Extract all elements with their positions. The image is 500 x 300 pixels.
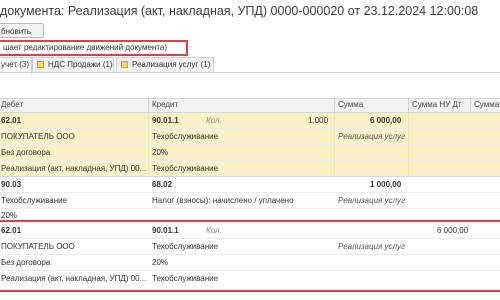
tab-vat-sales-label: НДС Продажи (1) <box>48 60 113 69</box>
column-divider <box>148 113 149 176</box>
row-divider <box>0 238 500 239</box>
row-divider <box>0 254 500 255</box>
credit-subconto-2[interactable]: 20% <box>152 148 168 157</box>
debit-subconto-1[interactable]: ПОКУПАТЕЛЬ ООО <box>1 242 75 251</box>
row-divider <box>0 128 500 129</box>
amount-value[interactable]: 6 000,00 <box>370 116 401 125</box>
credit-subconto-1[interactable]: Техобслуживание <box>152 242 218 251</box>
document-title: документа: Реализация (акт, накладная, У… <box>0 4 479 18</box>
header-separator <box>334 98 335 113</box>
row-divider <box>0 160 500 161</box>
debit-subconto-2[interactable]: Без договора <box>1 148 50 157</box>
tab-accounting-label: учет (3) <box>1 60 30 69</box>
credit-account[interactable]: 90.01.1 <box>152 226 179 235</box>
row-divider <box>0 270 500 271</box>
column-header-amount-nu-dt[interactable]: Сумма НУ Дт <box>412 100 462 109</box>
amount-nu-dt-value[interactable]: 6 000,00 <box>437 226 468 235</box>
column-divider <box>334 113 335 176</box>
credit-account[interactable]: 90.01.1 <box>152 116 179 125</box>
tab-services-sales-label: Реализация услуг (1) <box>132 60 211 69</box>
debit-account[interactable]: 62.01 <box>1 116 21 125</box>
credit-account[interactable]: 68.02 <box>152 180 172 189</box>
debit-subconto-1[interactable]: Техобслуживание <box>1 196 67 205</box>
debit-subconto-2[interactable]: Без договора <box>1 258 50 267</box>
row-divider <box>0 144 500 145</box>
column-header-amount[interactable]: Сумма <box>338 100 363 109</box>
tab-services-sales[interactable]: Реализация услуг (1) <box>116 57 214 73</box>
debit-subconto-1[interactable]: ПОКУПАТЕЛЬ ООО <box>1 132 75 141</box>
amount-value[interactable]: 1 000,00 <box>370 180 401 189</box>
credit-subconto-3[interactable]: Техобслуживание <box>152 164 218 173</box>
entry-content[interactable]: Реализация услуг <box>338 132 405 141</box>
quantity-label: Кол. <box>206 116 222 125</box>
register-icon <box>37 61 44 68</box>
debit-subconto-3[interactable]: Реализация (акт, накладная, УПД) 00... <box>1 274 146 283</box>
entry-divider <box>0 176 500 177</box>
column-header-debit[interactable]: Дебет <box>1 100 23 109</box>
debit-subconto-3[interactable]: Реализация (акт, накладная, УПД) 00... <box>1 164 146 173</box>
debit-account[interactable]: 90.03 <box>1 180 21 189</box>
entry-content[interactable]: Реализация услуг <box>338 196 405 205</box>
quantity-label: Кол. <box>206 226 222 235</box>
tabs-divider <box>0 72 500 73</box>
credit-subconto-2[interactable]: 20% <box>152 258 168 267</box>
column-divider <box>408 113 409 176</box>
debit-subconto-2[interactable]: 20% <box>1 211 17 220</box>
credit-subconto-1[interactable]: Техобслуживание <box>152 132 218 141</box>
column-header-credit[interactable]: Кредит <box>152 100 178 109</box>
register-icon <box>121 61 128 68</box>
credit-subconto-1[interactable]: Налог (взносы): начислено / уплачено <box>152 196 294 205</box>
header-separator <box>408 98 409 113</box>
credit-subconto-3[interactable]: Техобслуживание <box>152 274 218 283</box>
header-separator <box>470 98 471 113</box>
debit-account[interactable]: 62.01 <box>1 226 21 235</box>
column-header-amount-2[interactable]: Сумма <box>474 100 499 109</box>
row-divider <box>0 208 500 209</box>
entry-content[interactable]: Реализация услуг <box>338 242 405 251</box>
quantity-value[interactable]: 1,000 <box>308 116 328 125</box>
tab-vat-sales[interactable]: НДС Продажи (1) <box>32 57 114 73</box>
refresh-button[interactable]: бновить <box>0 23 44 38</box>
row-divider <box>0 192 500 193</box>
header-separator <box>148 98 149 113</box>
edit-notice: шает редактирование движений документа) <box>0 40 188 56</box>
